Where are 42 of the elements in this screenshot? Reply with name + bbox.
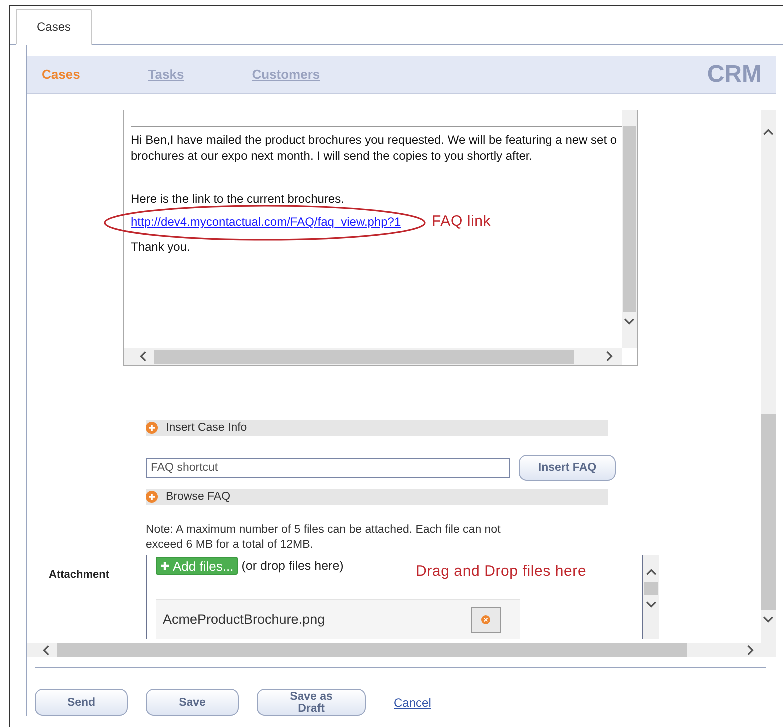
action-button[interactable]: Save as Draft: [257, 689, 366, 716]
annotation-label: Drag and Drop files here: [416, 563, 587, 580]
vertical-scrollbar[interactable]: [761, 110, 776, 643]
chevron-down-icon[interactable]: [646, 599, 656, 610]
plus-icon[interactable]: [146, 422, 158, 434]
chevron-up-icon[interactable]: [646, 567, 656, 578]
chevron-down-icon[interactable]: [624, 316, 635, 327]
email-editor[interactable]: [123, 110, 638, 366]
attachment-note: Note: A maximum number of 5 files can be attached. Each file can not exceed 6 MB for a total of 12MB.: [146, 523, 502, 553]
plus-icon[interactable]: [146, 491, 158, 503]
cancel-link[interactable]: Cancel: [394, 696, 432, 710]
action-button[interactable]: Send: [35, 689, 128, 716]
email-text-line: Here is the link to the current brochures.: [131, 191, 346, 207]
vertical-scrollbar[interactable]: [642, 555, 659, 639]
insert-faq-button[interactable]: Insert FAQ: [519, 455, 616, 481]
email-text-line: Hi Ben,I have mailed the product brochures you requested. We will be featuring a new set o: [131, 132, 618, 148]
annotation-label: FAQ link: [432, 213, 492, 230]
scrollbar-thumb[interactable]: [644, 582, 658, 595]
drop-hint: (or drop files here): [242, 559, 344, 573]
plus-icon: [160, 561, 170, 571]
brand-label: CRM: [707, 60, 762, 88]
vertical-scrollbar[interactable]: [622, 110, 637, 348]
attachment-label: Attachment: [48, 568, 111, 583]
chevron-right-icon[interactable]: [604, 351, 615, 362]
email-text-line: brochures at our expo next month. I will send the copies to you shortly after.: [131, 148, 534, 164]
horizontal-scrollbar[interactable]: [124, 348, 622, 365]
add-files-button[interactable]: Add files...: [156, 557, 238, 575]
chevron-left-icon[interactable]: [41, 644, 52, 656]
section-header[interactable]: Browse FAQ: [146, 489, 608, 505]
horizontal-scrollbar[interactable]: [27, 643, 776, 657]
chevron-up-icon[interactable]: [763, 127, 774, 138]
close-icon: [481, 614, 491, 624]
remove-file-button[interactable]: [471, 606, 501, 632]
chevron-down-icon[interactable]: [763, 614, 774, 625]
tab[interactable]: Cases: [16, 9, 92, 45]
chevron-left-icon[interactable]: [138, 351, 149, 362]
chevron-right-icon[interactable]: [745, 644, 756, 656]
file-name: AcmeProductBrochure.png: [163, 612, 326, 627]
faq-shortcut-field[interactable]: FAQ shortcut: [146, 458, 510, 478]
action-button[interactable]: Save: [146, 689, 239, 716]
section-header[interactable]: Insert Case Info: [146, 420, 608, 436]
email-text-line: Thank you.: [131, 239, 192, 255]
